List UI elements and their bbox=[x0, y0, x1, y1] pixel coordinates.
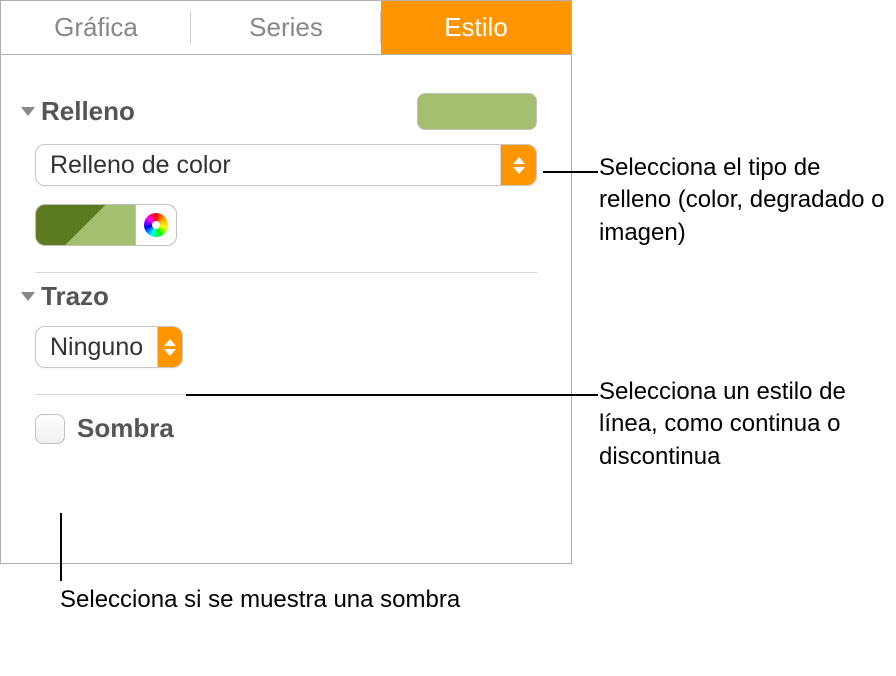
stroke-disclosure[interactable]: Trazo bbox=[35, 281, 109, 312]
panel-tabs: Gráfica Series Estilo bbox=[1, 1, 571, 55]
tab-series[interactable]: Series bbox=[191, 1, 381, 54]
fill-type-dropdown[interactable]: Relleno de color bbox=[35, 144, 537, 186]
dropdown-stepper-icon bbox=[157, 327, 182, 367]
fill-title: Relleno bbox=[41, 96, 135, 127]
callout-line bbox=[60, 513, 62, 581]
divider bbox=[35, 272, 537, 273]
shadow-checkbox[interactable] bbox=[35, 414, 65, 444]
fill-callout-text: Selecciona el tipo de relleno (color, de… bbox=[599, 152, 896, 249]
chevron-down-icon bbox=[21, 107, 35, 116]
fill-color-picker-button[interactable] bbox=[135, 204, 177, 246]
stroke-callout-text: Selecciona un estilo de línea, como cont… bbox=[599, 376, 896, 473]
callout-line bbox=[186, 394, 598, 396]
fill-color-row bbox=[35, 204, 537, 246]
shadow-label: Sombra bbox=[77, 413, 174, 444]
tab-style[interactable]: Estilo bbox=[381, 1, 571, 54]
shadow-callout-text: Selecciona si se muestra una sombra bbox=[60, 584, 460, 616]
fill-section-header: Relleno bbox=[35, 93, 537, 130]
callout-line bbox=[543, 171, 598, 173]
fill-disclosure[interactable]: Relleno bbox=[35, 96, 135, 127]
style-panel: Gráfica Series Estilo Relleno Relleno de… bbox=[0, 0, 572, 564]
stroke-selected: Ninguno bbox=[36, 333, 157, 362]
stroke-style-dropdown[interactable]: Ninguno bbox=[35, 326, 183, 368]
chevron-down-icon bbox=[21, 292, 35, 301]
stroke-title: Trazo bbox=[41, 281, 109, 312]
panel-body: Relleno Relleno de color Trazo bbox=[1, 55, 571, 464]
dropdown-stepper-icon bbox=[500, 145, 536, 185]
color-wheel-icon bbox=[144, 213, 168, 237]
stroke-section-header: Trazo bbox=[35, 281, 537, 312]
fill-color-swatch[interactable] bbox=[417, 93, 537, 130]
tab-chart[interactable]: Gráfica bbox=[1, 1, 191, 54]
fill-color-well[interactable] bbox=[35, 204, 135, 246]
shadow-row: Sombra bbox=[35, 413, 537, 444]
fill-type-selected: Relleno de color bbox=[36, 151, 500, 180]
